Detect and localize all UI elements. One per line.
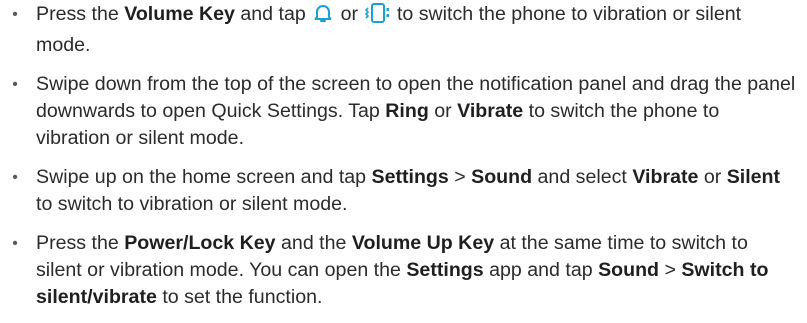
- bullet: •: [12, 6, 18, 23]
- instruction-document: • Press the Volume Key and tap or to swi…: [0, 0, 807, 308]
- setting-name: Vibrate: [632, 166, 699, 188]
- step-text: >: [659, 259, 682, 281]
- setting-name: Vibrate: [457, 100, 524, 122]
- step-text: to set the function.: [156, 286, 323, 308]
- setting-name: Settings: [371, 166, 449, 188]
- step-text: >: [448, 166, 472, 188]
- list-item: • Press the Power/Lock Key and the Volum…: [0, 230, 807, 311]
- list-item: • Press the Volume Key and tap or to swi…: [0, 1, 807, 59]
- instruction-list: • Press the Volume Key and tap or to swi…: [0, 1, 807, 323]
- step-text: or: [428, 100, 458, 122]
- key-name: Volume Key: [124, 3, 235, 25]
- setting-name: Sound: [471, 166, 533, 188]
- setting-name: Ring: [385, 100, 429, 122]
- step-text: app and tap: [483, 259, 599, 281]
- step-text: and tap: [234, 3, 312, 25]
- step-text: Swipe up on the home screen and tap: [36, 166, 372, 188]
- step-text: to switch to vibration or silent mode.: [36, 193, 348, 215]
- setting-name: Sound: [598, 259, 660, 281]
- step-text: or: [335, 3, 364, 25]
- step-text: Press the: [36, 232, 125, 254]
- bullet: •: [12, 169, 18, 186]
- step-text: and the: [275, 232, 352, 254]
- bullet: •: [12, 76, 18, 93]
- step-text: Press the: [36, 3, 125, 25]
- bullet: •: [12, 235, 18, 252]
- step-text: or: [698, 166, 727, 188]
- setting-name: Silent: [726, 166, 781, 188]
- step-text: and select: [532, 166, 633, 188]
- bell-icon: [312, 2, 334, 32]
- key-name: Power/Lock Key: [124, 232, 276, 254]
- list-item: • Swipe up on the home screen and tap Se…: [0, 164, 807, 218]
- vibrate-icon: [364, 2, 391, 32]
- key-name: Volume Up Key: [351, 232, 495, 254]
- setting-name: Settings: [406, 259, 484, 281]
- list-item: • Swipe down from the top of the screen …: [0, 71, 807, 152]
